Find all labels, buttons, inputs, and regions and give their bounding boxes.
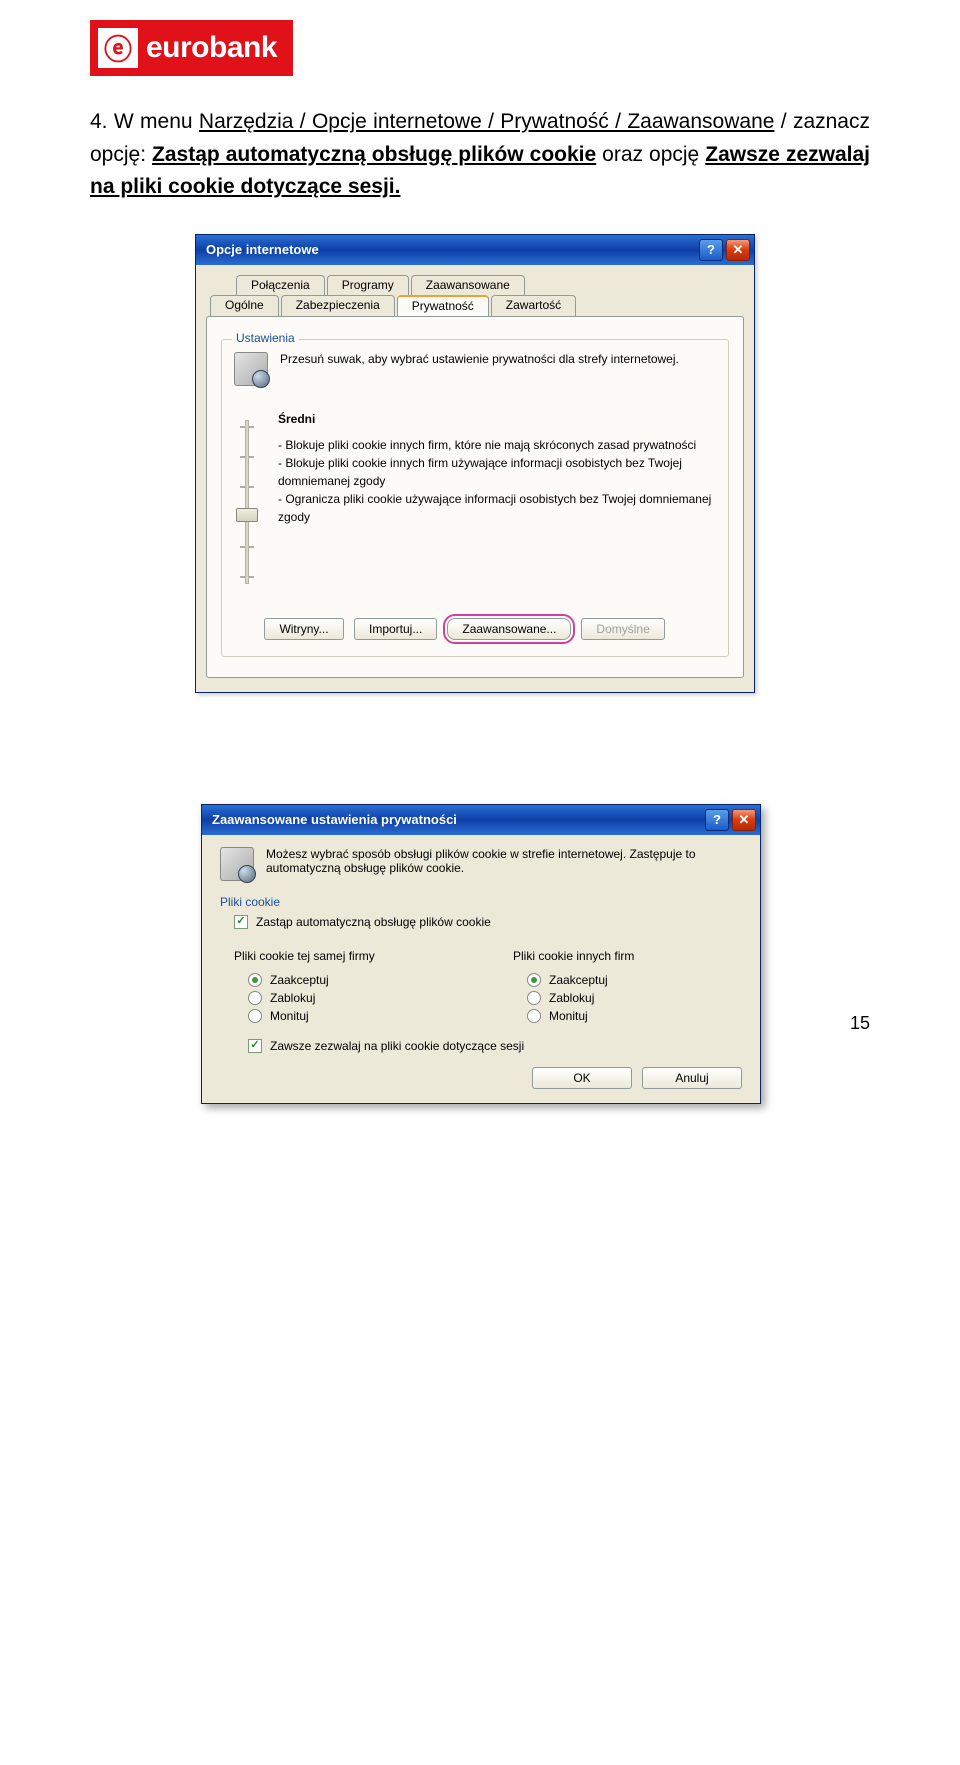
slider-thumb[interactable] [236, 508, 258, 522]
tab-programs[interactable]: Programy [327, 275, 409, 295]
privacy-desc-3: - Ogranicza pliki cookie używające infor… [278, 490, 716, 526]
third-party-prompt-radio[interactable] [527, 1009, 541, 1023]
dlg1-titlebar: Opcje internetowe ? ✕ [196, 235, 754, 265]
tab-strip: Połączenia Programy Zaawansowane Ogólne … [206, 275, 744, 317]
first-party-header: Pliki cookie tej samej firmy [234, 949, 463, 963]
tab-general[interactable]: Ogólne [210, 295, 279, 316]
default-button[interactable]: Domyślne [581, 618, 664, 640]
privacy-icon [234, 352, 268, 386]
privacy-desc-1: - Blokuje pliki cookie innych firm, któr… [278, 436, 716, 454]
tab-security[interactable]: Zabezpieczenia [281, 295, 395, 316]
first-party-accept-radio[interactable] [248, 973, 262, 987]
override-checkbox[interactable]: ✓ [234, 915, 248, 929]
tab-connections[interactable]: Połączenia [236, 275, 325, 295]
dlg2-title: Zaawansowane ustawienia prywatności [212, 812, 457, 827]
session-cookies-checkbox[interactable]: ✓ [248, 1039, 262, 1053]
third-party-header: Pliki cookie innych firm [513, 949, 742, 963]
internet-options-dialog: Opcje internetowe ? ✕ Połączenia Program… [195, 234, 755, 693]
dlg1-title: Opcje internetowe [206, 242, 319, 257]
privacy-panel: Ustawienia Przesuń suwak, aby wybrać ust… [206, 316, 744, 678]
advanced-button[interactable]: Zaawansowane... [447, 618, 571, 640]
session-cookies-label: Zawsze zezwalaj na pliki cookie dotycząc… [270, 1039, 524, 1053]
cookies-group-label: Pliki cookie [220, 895, 742, 909]
settings-group-label: Ustawienia [232, 331, 299, 345]
first-party-block-radio[interactable] [248, 991, 262, 1005]
sites-button[interactable]: Witryny... [264, 618, 344, 640]
privacy-slider[interactable] [234, 412, 260, 592]
import-button[interactable]: Importuj... [354, 618, 437, 640]
close-button[interactable]: ✕ [726, 239, 750, 261]
privacy-level-name: Średni [278, 412, 716, 426]
eurobank-logo: ⓔ eurobank [90, 20, 293, 76]
cookie-icon [220, 847, 254, 881]
third-party-accept-radio[interactable] [527, 973, 541, 987]
help-button[interactable]: ? [699, 239, 723, 261]
override-label: Zastąp automatyczną obsługę plików cooki… [256, 915, 491, 929]
instruction-paragraph: 4. W menu Narzędzia / Opcje internetowe … [90, 106, 870, 204]
logo-text: eurobank [146, 31, 277, 65]
tab-privacy[interactable]: Prywatność [397, 295, 489, 316]
privacy-desc-2: - Blokuje pliki cookie innych firm używa… [278, 454, 716, 490]
logo-icon: ⓔ [98, 28, 138, 68]
advanced-intro: Możesz wybrać sposób obsługi plików cook… [266, 847, 742, 875]
ok-button[interactable]: OK [532, 1067, 632, 1089]
tab-content[interactable]: Zawartość [491, 295, 576, 316]
screenshot-composition: Opcje internetowe ? ✕ Połączenia Program… [195, 234, 765, 973]
advanced-privacy-dialog: Zaawansowane ustawienia prywatności ? ✕ … [201, 804, 761, 1104]
close-button-2[interactable]: ✕ [732, 809, 756, 831]
tab-advanced[interactable]: Zaawansowane [411, 275, 525, 295]
third-party-block-radio[interactable] [527, 991, 541, 1005]
first-party-prompt-radio[interactable] [248, 1009, 262, 1023]
help-button-2[interactable]: ? [705, 809, 729, 831]
cancel-button[interactable]: Anuluj [642, 1067, 742, 1089]
privacy-hint: Przesuń suwak, aby wybrać ustawienie pry… [280, 352, 679, 366]
dlg2-titlebar: Zaawansowane ustawienia prywatności ? ✕ [202, 805, 760, 835]
